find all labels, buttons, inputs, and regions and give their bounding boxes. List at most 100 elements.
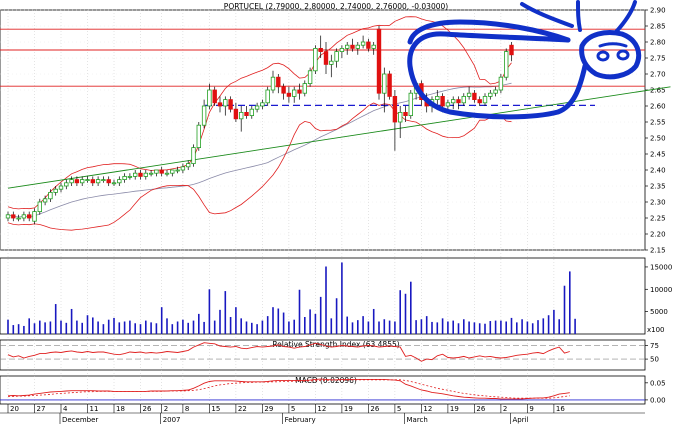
candle-body — [207, 89, 212, 107]
candle-body — [339, 48, 345, 53]
x-day-label: 19 — [450, 405, 459, 413]
candle-body — [11, 214, 16, 219]
x-month-label: March — [407, 416, 428, 424]
annotation-arrow-line — [520, 2, 574, 28]
macd-tick-label: 0.00 — [650, 396, 666, 404]
candle-body — [482, 96, 488, 104]
annotation-arrow-stroke — [576, 0, 582, 32]
candle-body — [26, 214, 32, 219]
candle-body — [509, 44, 514, 56]
candle-body — [106, 179, 111, 184]
x-month-label: December — [62, 416, 98, 424]
candle-body — [143, 172, 148, 177]
candle-body — [329, 60, 334, 65]
candle-body — [461, 96, 466, 104]
candle-body — [408, 92, 413, 116]
rsi-tick-label: 75 — [650, 342, 659, 350]
candle-body — [350, 44, 355, 49]
candle-body — [154, 169, 159, 174]
x-day-label: 26 — [143, 405, 152, 413]
x-day-label: 9 — [529, 405, 533, 413]
candle-body — [201, 105, 207, 126]
candle-body — [122, 175, 127, 180]
candle-body — [360, 41, 366, 46]
x-day-label: 15 — [211, 405, 220, 413]
candle-body — [69, 179, 74, 184]
candle-body — [313, 48, 318, 72]
x-day-label: 2 — [503, 405, 507, 413]
candle-body — [307, 70, 313, 85]
price-tick-label: 2.55 — [650, 119, 666, 127]
candle-body — [477, 99, 482, 104]
macd-panel: MACD (0.02096) 0.050.00 — [0, 376, 666, 404]
candle-body — [440, 96, 445, 107]
candle-body — [80, 179, 85, 184]
candle-body — [281, 86, 286, 94]
macd-tick-label: 0.05 — [650, 379, 666, 387]
price-chart-title: PORTUCEL (2.79000, 2.80000, 2.74000, 2.7… — [224, 2, 448, 11]
candle-body — [488, 92, 493, 97]
volume-unit-label: x100 — [647, 326, 665, 334]
candle-body — [191, 147, 196, 165]
price-tick-label: 2.45 — [650, 151, 666, 159]
x-day-label: 22 — [238, 405, 247, 413]
price-tick-label: 2.50 — [650, 135, 666, 143]
x-day-label: 29 — [264, 405, 273, 413]
candle-body — [138, 172, 143, 177]
candle-body — [148, 172, 154, 175]
candle-body — [170, 169, 175, 174]
candle-body — [392, 96, 398, 123]
candle-body — [64, 182, 69, 187]
candle-body — [32, 211, 37, 222]
candle-body — [5, 214, 11, 219]
annotation-face-horn — [614, 0, 637, 34]
price-tick-label: 2.35 — [650, 183, 666, 191]
volume-tick-label: 15000 — [650, 263, 672, 271]
x-day-label: 5 — [397, 405, 401, 413]
candle-body — [180, 166, 186, 171]
candle-body — [323, 51, 329, 65]
candle-body — [85, 179, 90, 182]
candle-body — [16, 217, 21, 220]
candle-body — [53, 188, 58, 193]
candle-body — [58, 185, 64, 190]
candle-body — [74, 179, 80, 184]
annotation-face-outline — [579, 30, 642, 80]
candle-body — [111, 182, 117, 185]
x-day-label: 18 — [116, 405, 125, 413]
candle-body — [493, 89, 498, 94]
candle-body — [127, 175, 133, 178]
price-tick-label: 2.85 — [650, 23, 666, 31]
candle-body — [435, 96, 440, 101]
x-axis: 20 27 4 11 18 26 2 8 15 22 29 5 12 19 26 5 12 19 26 2 9 16Dec… — [0, 404, 645, 424]
candle-body — [260, 102, 265, 107]
x-day-label: 12 — [317, 405, 326, 413]
candle-body — [117, 179, 122, 184]
candle-body — [318, 48, 323, 53]
candle-body — [217, 102, 223, 107]
candle-body — [466, 92, 472, 97]
rsi-panel: Relative Strength Index (63.4855) 7550 — [0, 340, 659, 364]
candle-body — [21, 214, 27, 219]
annotation-loop — [407, 31, 588, 120]
candle-body — [42, 198, 48, 203]
candle-body — [297, 89, 302, 94]
x-day-label: 2 — [164, 405, 168, 413]
candle-body — [249, 108, 254, 116]
volume-tick-label: 5000 — [650, 308, 668, 316]
stock-chart: PORTUCEL (2.79000, 2.80000, 2.74000, 2.7… — [0, 0, 672, 424]
price-tick-label: 2.20 — [650, 231, 666, 239]
candle-body — [450, 99, 456, 104]
candle-body — [254, 105, 260, 110]
rsi-tick-label: 50 — [650, 356, 659, 364]
x-day-label: 11 — [90, 405, 99, 413]
candle-body — [185, 163, 191, 168]
candle-body — [286, 92, 292, 97]
price-tick-label: 2.30 — [650, 199, 666, 207]
candle-body — [371, 44, 376, 49]
candle-body — [498, 76, 504, 91]
candle-body — [382, 73, 387, 94]
annotation-face-brow — [598, 42, 628, 48]
price-panel: 2.902.852.802.752.702.652.602.552.502.45… — [0, 7, 671, 255]
bollinger-lower-band — [7, 102, 512, 231]
